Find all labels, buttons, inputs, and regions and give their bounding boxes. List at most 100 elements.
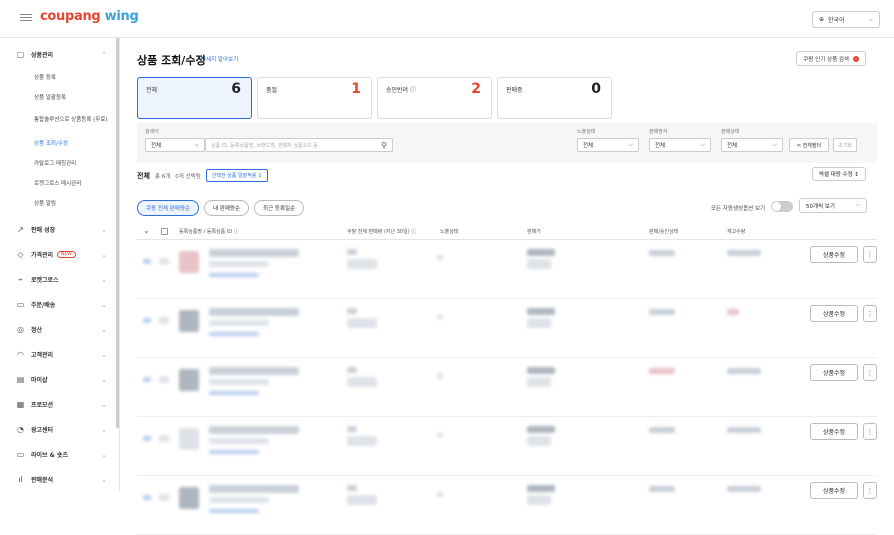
per-page-select[interactable]: 50개씩 보기 ⌵ — [799, 198, 867, 213]
sidebar-group[interactable]: ▤ 마이샵 ⌄ — [0, 367, 119, 392]
more-options-icon[interactable]: ⋮ — [863, 305, 877, 322]
menu-icon[interactable] — [20, 12, 32, 24]
search-icon[interactable]: ⚲ — [381, 141, 387, 150]
column-product: 등록상품명 / 등록상품 ID ⓘ — [179, 229, 239, 235]
auto-option-toggle[interactable] — [771, 201, 793, 212]
headset-icon: ◠ — [17, 350, 24, 359]
sidebar-group[interactable]: ◎ 정산 ⌄ — [0, 317, 119, 342]
table-header: ⌄ 등록상품명 / 등록상품 ID ⓘ 쿠팡 전체 판매량 (지난 30일) ⓘ… — [137, 223, 877, 240]
blurred-checkbox — [159, 435, 169, 442]
product-thumbnail[interactable] — [179, 369, 199, 391]
stat-card[interactable]: 전체 6 — [137, 77, 252, 119]
select-all-checkbox[interactable] — [161, 228, 168, 235]
product-thumbnail[interactable] — [179, 251, 199, 273]
blurred-product-name[interactable] — [209, 367, 299, 375]
blurred-link[interactable] — [209, 332, 259, 336]
summary-title: 전체 — [137, 171, 150, 180]
sidebar-group[interactable]: ▭ 라이브 & 숏츠 ⌄ — [0, 442, 119, 467]
sidebar-item[interactable]: 통합솔루션으로 상품등록 (무료) — [0, 107, 119, 133]
edit-product-button[interactable]: 상품수정 — [810, 364, 858, 381]
blurred-checkbox — [159, 258, 169, 265]
product-thumbnail[interactable] — [179, 310, 199, 332]
blurred-sales — [347, 308, 357, 314]
more-options-icon[interactable]: ⋮ — [863, 246, 877, 263]
chevron-down-icon: ⌄ — [101, 450, 107, 459]
chevron-down-icon: ⌄ — [101, 350, 107, 359]
stat-card[interactable]: 승인반려 ⓘ 2 — [377, 77, 492, 119]
sidebar-item[interactable]: 로켓그로스 메시관리 — [0, 173, 119, 193]
sidebar-item[interactable]: 상품 등록 — [0, 67, 119, 87]
more-options-icon[interactable]: ⋮ — [863, 364, 877, 381]
sidebar-group[interactable]: ▭ 주문/배송 ⌄ — [0, 292, 119, 317]
blurred-checkbox — [159, 317, 169, 324]
search-placeholder: 상품 ID, 등록상품명, 브랜드명, 판매자 상품코드 등 — [211, 142, 319, 149]
stat-card[interactable]: 판매중 0 — [497, 77, 612, 119]
excel-bulk-edit-button[interactable]: 엑셀 대량 수정 ↕ — [811, 167, 866, 181]
reset-button[interactable]: 초기화 — [833, 138, 857, 152]
blurred-flag — [143, 495, 151, 500]
sidebar-item[interactable]: 상품 알림 — [0, 193, 119, 213]
blurred-link[interactable] — [209, 273, 259, 277]
sidebar-scrollbar[interactable] — [116, 38, 119, 428]
blurred-product-name[interactable] — [209, 249, 299, 257]
blurred-link[interactable] — [209, 509, 259, 513]
chevron-down-icon: ⌵ — [868, 15, 873, 23]
box-icon: ▢ — [16, 50, 25, 59]
edit-product-button[interactable]: 상품수정 — [810, 246, 858, 263]
blurred-sales-detail — [347, 436, 377, 446]
logo-sub: wing — [104, 9, 139, 24]
exposure-value: 전체 — [583, 143, 594, 149]
product-thumbnail[interactable] — [179, 428, 199, 450]
stat-value: 6 — [231, 81, 241, 97]
sidebar-item[interactable]: 카탈로그 매칭관리 — [0, 153, 119, 173]
bulk-apply-button[interactable]: 선택한 상품 일괄적용 ↕ — [205, 169, 269, 182]
blurred-link[interactable] — [209, 450, 259, 454]
exposure-select[interactable]: 전체 ⌵ — [577, 138, 639, 152]
sidebar-group[interactable]: ↗ 판매 성장 ⌄ — [0, 217, 119, 242]
blurred-product-id — [209, 438, 269, 444]
sales-method-select[interactable]: 전체 ⌵ — [649, 138, 711, 152]
shop-icon: ▤ — [16, 375, 25, 384]
popular-products-button[interactable]: 쿠팡 인기 상품 검색 › — [796, 51, 866, 66]
edit-product-button[interactable]: 상품수정 — [810, 482, 858, 499]
more-options-icon[interactable]: ⋮ — [863, 482, 877, 499]
sidebar-group[interactable]: ◔ 광고센터 ⌄ — [0, 417, 119, 442]
sidebar-group[interactable]: ⌁ 로켓그로스 ⌄ — [0, 267, 119, 292]
search-type-select[interactable]: 전체 ⌵ — [145, 138, 205, 152]
edit-product-button[interactable]: 상품수정 — [810, 423, 858, 440]
sidebar-group[interactable]: ▦ 프로모션 ⌄ — [0, 392, 119, 417]
blurred-product-name[interactable] — [209, 308, 299, 316]
sidebar-group[interactable]: ◇ 가격관리 NEW ⌄ — [0, 242, 119, 267]
stat-label: 판매중 — [506, 87, 523, 94]
sidebar-group[interactable]: ıl 판매분석 ⌄ — [0, 467, 119, 492]
sort-pill[interactable]: 쿠팡 전체 판매량순 — [137, 200, 199, 216]
chevron-down-icon: ⌄ — [101, 275, 107, 284]
popular-products-label: 쿠팡 인기 상품 검색 — [803, 56, 849, 63]
sidebar-group[interactable]: ▢ 상품관리 ⌃ — [0, 42, 119, 67]
sort-pill[interactable]: 내 판매량순 — [203, 200, 250, 216]
blurred-sales-detail — [347, 377, 377, 387]
blurred-product-name[interactable] — [209, 426, 299, 434]
product-thumbnail[interactable] — [179, 487, 199, 509]
sidebar-item[interactable]: 상품 일괄등록 — [0, 87, 119, 107]
language-select[interactable]: ⊕ 한국어 ⌵ — [812, 11, 880, 28]
sales-status-select[interactable]: 전체 ⌵ — [721, 138, 783, 152]
price-tag-icon: ◇ — [17, 250, 24, 259]
ad-icon: ◔ — [17, 425, 24, 434]
sidebar-group[interactable]: ◠ 고객관리 ⌄ — [0, 342, 119, 367]
sidebar-group-label: 가격관리 — [31, 252, 54, 259]
edit-product-button[interactable]: 상품수정 — [810, 305, 858, 322]
sort-pill[interactable]: 최근 등록일순 — [254, 200, 305, 216]
blurred-price — [527, 249, 555, 256]
blurred-price — [527, 485, 555, 492]
detail-filter-button[interactable]: ≒ 전체필터 — [789, 138, 829, 152]
logo[interactable]: coupang wing — [40, 9, 139, 24]
sidebar-item[interactable]: 상품 조회/수정 — [0, 133, 119, 153]
help-link[interactable]: 자세히 알아보기 — [201, 55, 238, 63]
blurred-link[interactable] — [209, 391, 259, 395]
blurred-approval — [649, 486, 675, 492]
expand-all-icon[interactable]: ⌄ — [143, 226, 150, 235]
stat-card[interactable]: 품절 1 — [257, 77, 372, 119]
search-input[interactable]: 상품 ID, 등록상품명, 브랜드명, 판매자 상품코드 등 ⚲ — [205, 138, 393, 152]
more-options-icon[interactable]: ⋮ — [863, 423, 877, 440]
